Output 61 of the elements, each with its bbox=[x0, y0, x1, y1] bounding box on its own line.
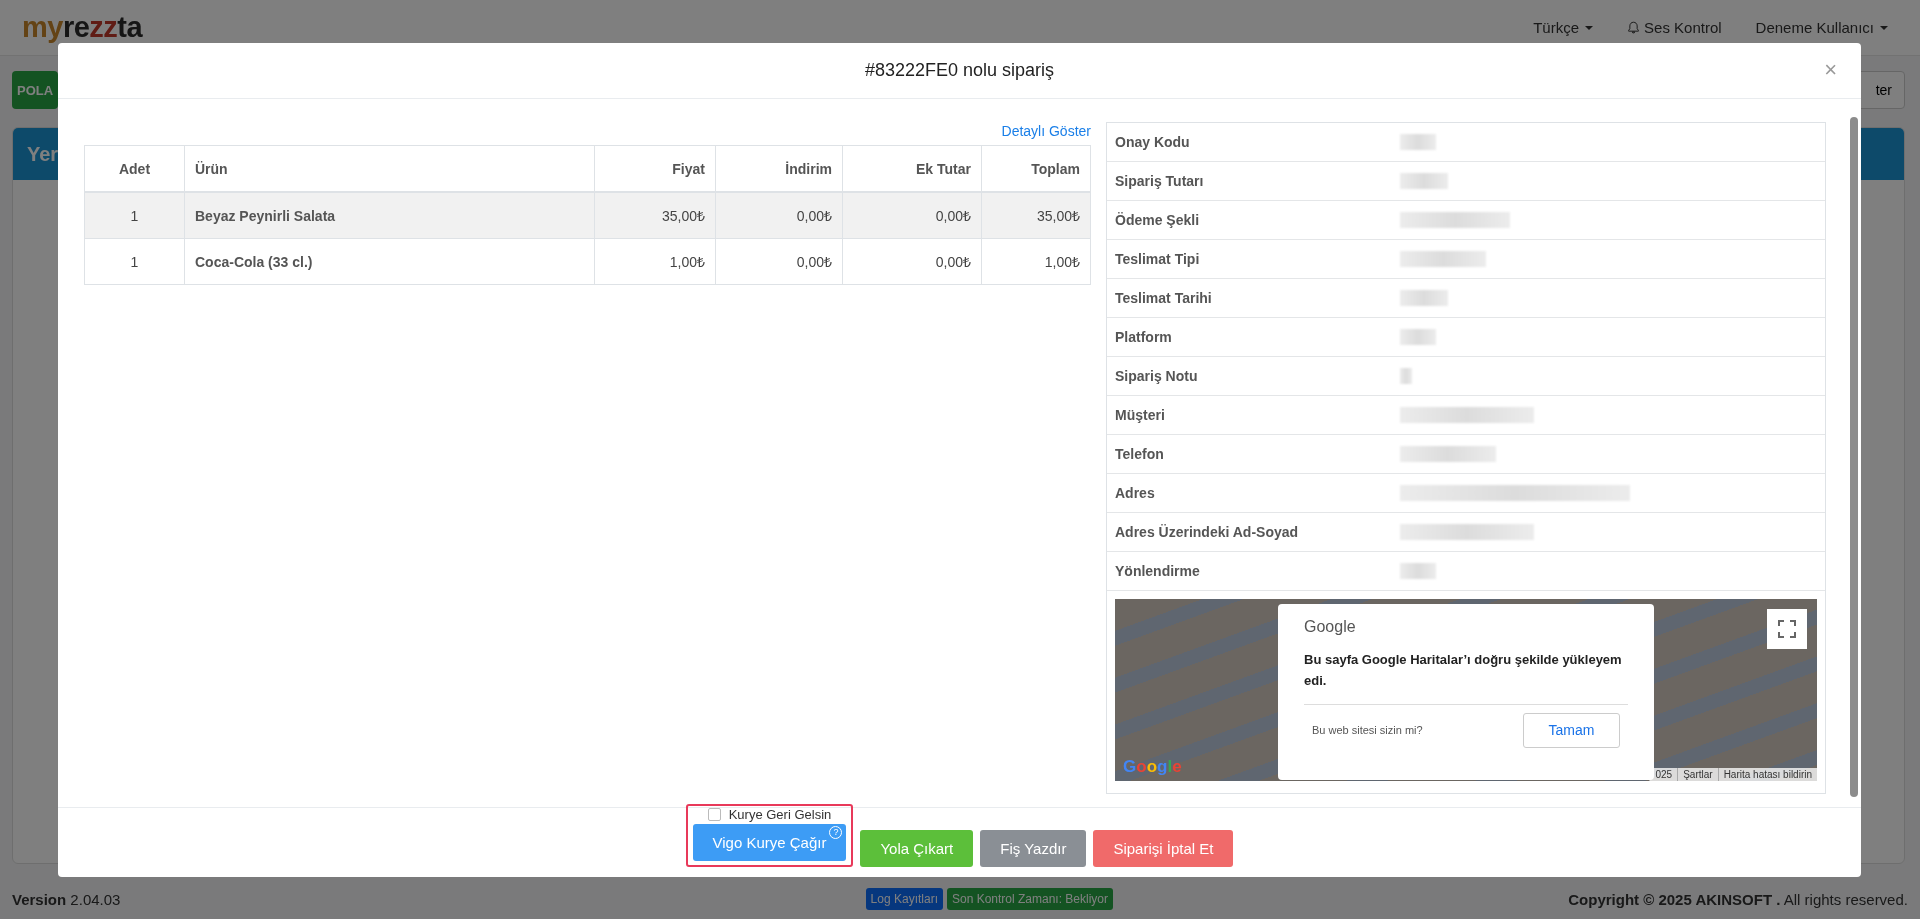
info-label: Teslimat Tarihi bbox=[1114, 290, 1213, 306]
action-button[interactable]: Siparişi İptal Et bbox=[1093, 830, 1234, 867]
status-badge[interactable]: Log Kayıtları bbox=[865, 888, 943, 910]
info-label: Onay Kodu bbox=[1114, 134, 1191, 150]
info-label: Teslimat Tipi bbox=[1114, 251, 1201, 267]
blurred-value bbox=[1400, 368, 1412, 384]
map-logo: Google bbox=[1123, 757, 1182, 777]
dialog-message: Bu sayfa Google Haritalar’ı doğru şekilde yükleyem edi. bbox=[1304, 650, 1628, 705]
table-cell: Coca-Cola (33 cl.) bbox=[184, 238, 595, 285]
info-label: Adres Üzerindeki Ad-Soyad bbox=[1114, 524, 1300, 540]
checkbox-label: Kurye Geri Gelsin bbox=[728, 807, 832, 822]
bell-icon bbox=[1627, 21, 1641, 34]
version-text: Version 2.04.03 bbox=[12, 890, 121, 908]
table-cell: 1 bbox=[84, 238, 185, 285]
status-badge[interactable]: Son Kontrol Zamanı: Bekliyor bbox=[946, 888, 1114, 910]
status-button[interactable]: POLA bbox=[12, 71, 59, 109]
table-cell: Beyaz Peynirli Salata bbox=[184, 192, 595, 239]
nav-dropdown[interactable]: Deneme Kullanıcı bbox=[1755, 19, 1888, 36]
action-button[interactable]: Fiş Yazdır bbox=[980, 830, 1087, 867]
table-cell: 1,00₺ bbox=[981, 238, 1091, 285]
info-label: Sipariş Notu bbox=[1114, 368, 1199, 384]
scrollbar[interactable] bbox=[1850, 117, 1858, 797]
fullscreen-icon bbox=[1778, 620, 1796, 638]
action-button[interactable]: Yola Çıkart bbox=[860, 830, 974, 867]
attribution-link[interactable]: Harita hatası bildirin bbox=[1717, 768, 1817, 781]
info-label: Platform bbox=[1114, 329, 1173, 345]
caret-icon bbox=[1880, 25, 1888, 30]
table-cell: 0,00₺ bbox=[715, 192, 843, 239]
ok-button[interactable]: Tamam bbox=[1523, 712, 1620, 748]
blurred-value bbox=[1400, 290, 1448, 306]
attribution-link[interactable]: Şartlar bbox=[1677, 768, 1718, 781]
nav-dropdown[interactable]: Türkçe bbox=[1533, 19, 1594, 36]
table-cell: 1,00₺ bbox=[594, 238, 716, 285]
info-label: Yönlendirme bbox=[1114, 563, 1201, 579]
info-label: Telefon bbox=[1114, 446, 1165, 462]
table-cell: 0,00₺ bbox=[842, 192, 982, 239]
logo[interactable]: myrezzta bbox=[22, 11, 143, 44]
table-cell: 0,00₺ bbox=[842, 238, 982, 285]
info-label: Adres bbox=[1114, 485, 1156, 501]
dialog-brand: Google bbox=[1304, 618, 1357, 636]
fullscreen-button[interactable] bbox=[1767, 609, 1807, 649]
blurred-value bbox=[1400, 329, 1436, 345]
table-cell: 0,00₺ bbox=[715, 238, 843, 285]
table-cell: 35,00₺ bbox=[594, 192, 716, 239]
info-label: Ödeme Şekli bbox=[1114, 212, 1201, 228]
checkbox[interactable] bbox=[707, 808, 721, 821]
blurred-value bbox=[1400, 173, 1448, 189]
close-button[interactable]: × bbox=[1820, 57, 1841, 83]
blurred-value bbox=[1400, 134, 1436, 150]
caret-icon bbox=[1585, 25, 1594, 30]
dialog-question: Bu web sitesi sizin mi? bbox=[1312, 724, 1423, 737]
modal-title: #83222FE0 nolu sipariş bbox=[864, 60, 1055, 81]
info-label: Sipariş Tutarı bbox=[1114, 173, 1205, 189]
table-cell: 35,00₺ bbox=[981, 192, 1091, 239]
details-link[interactable]: Detaylı Göster bbox=[1001, 123, 1091, 139]
call-courier-button[interactable]: Vigo Kurye Çağır ? bbox=[692, 824, 847, 861]
nav-link[interactable]: Ses Kontrol bbox=[1627, 19, 1722, 36]
blurred-value bbox=[1400, 563, 1436, 579]
info-label: Müşteri bbox=[1114, 407, 1166, 423]
copyright-text: Copyright © 2025 AKINSOFT . All rights reserved. bbox=[1568, 890, 1908, 908]
table-cell: 1 bbox=[84, 192, 185, 239]
